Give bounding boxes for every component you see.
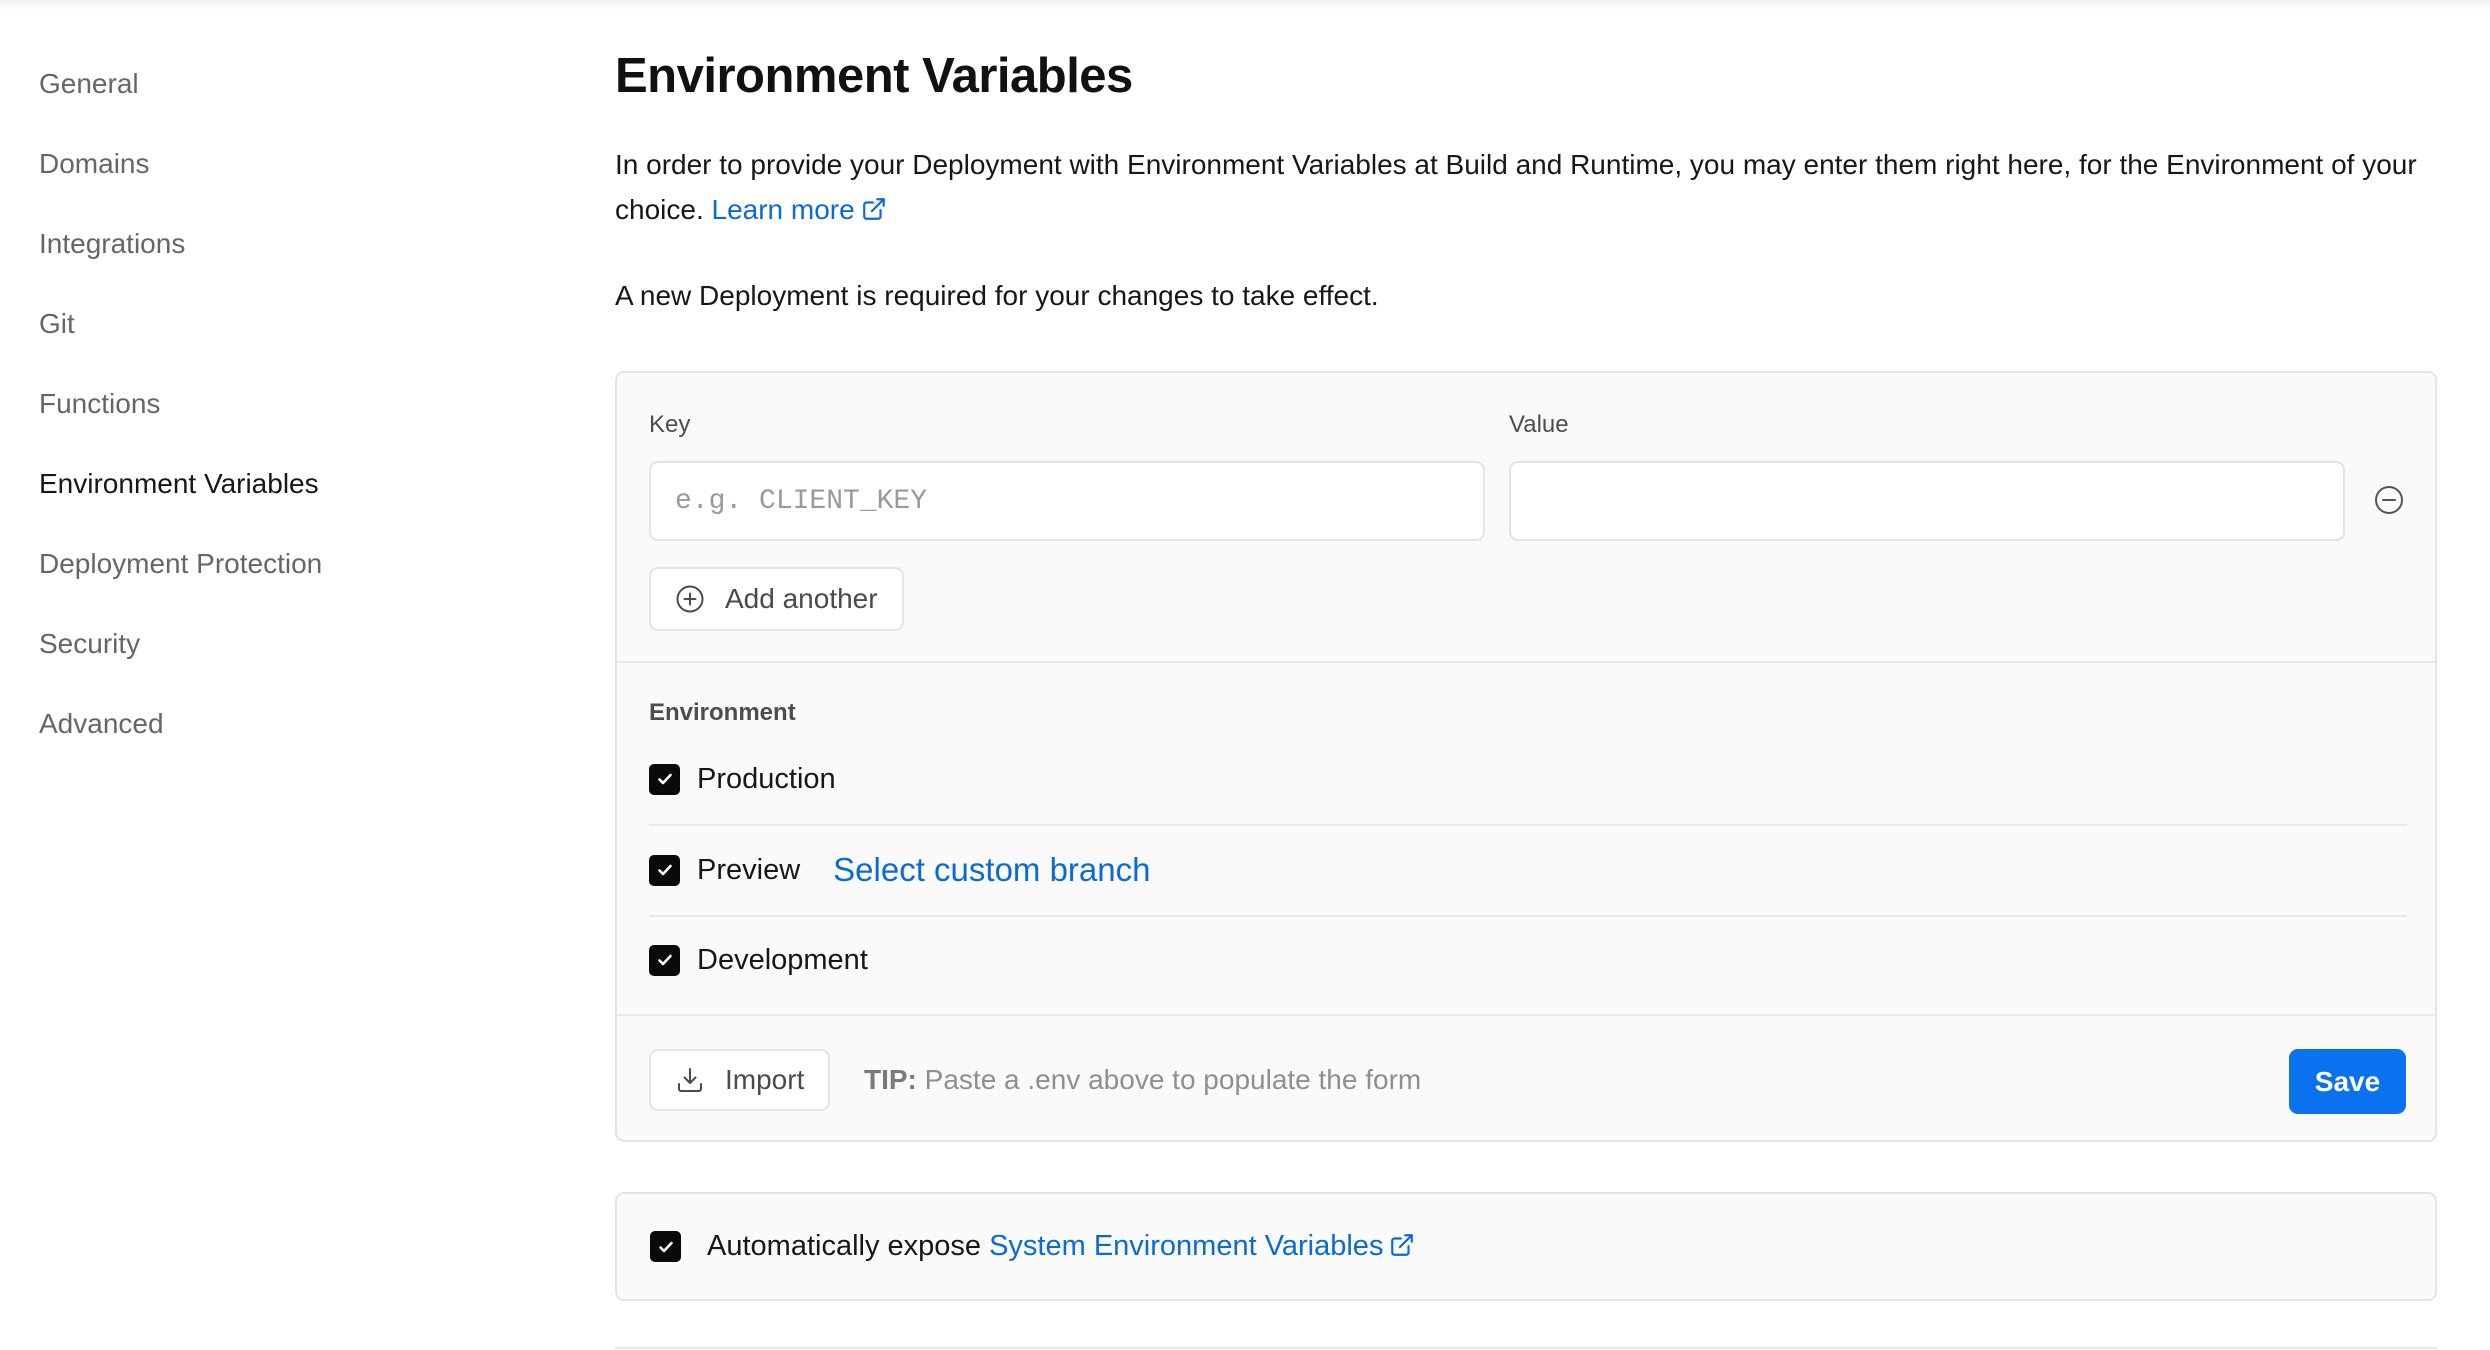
value-label: Value [1509, 411, 1569, 438]
plus-circle-icon [676, 585, 704, 613]
env-row-development: Development [649, 940, 2407, 980]
check-icon [658, 1241, 673, 1252]
key-label: Key [649, 411, 691, 438]
sidebar-item-functions[interactable]: Functions [39, 376, 459, 456]
env-var-form-card: Key Value Add another Environment Produc… [615, 371, 2437, 1142]
sidebar-item-general[interactable]: General [39, 56, 459, 136]
settings-sidebar: General Domains Integrations Git Functio… [39, 56, 459, 776]
footer-divider [617, 1014, 2435, 1016]
page-title: Environment Variables [615, 49, 1133, 103]
add-another-button[interactable]: Add another [649, 567, 904, 631]
expose-checkbox[interactable] [650, 1231, 681, 1262]
preview-label: Preview [697, 853, 801, 886]
check-icon [657, 864, 672, 876]
section-divider [617, 661, 2435, 663]
add-another-label: Add another [725, 583, 878, 614]
key-input[interactable] [649, 461, 1485, 541]
sidebar-item-advanced[interactable]: Advanced [39, 696, 459, 776]
sidebar-item-deployment-protection[interactable]: Deployment Protection [39, 536, 459, 616]
download-icon [678, 1068, 702, 1092]
system-env-vars-link[interactable]: System Environment Variables [989, 1230, 1415, 1262]
check-icon [657, 954, 672, 966]
sidebar-item-integrations[interactable]: Integrations [39, 216, 459, 296]
tip-body: Paste a .env above to populate the form [924, 1064, 1422, 1095]
expose-system-vars-card: Automatically expose System Environment … [615, 1192, 2437, 1301]
sidebar-item-git[interactable]: Git [39, 296, 459, 376]
value-input[interactable] [1509, 461, 2345, 541]
system-env-vars-label: System Environment Variables [989, 1230, 1384, 1262]
row-separator [649, 824, 2407, 826]
learn-more-link[interactable]: Learn more [712, 194, 887, 225]
import-label: Import [725, 1064, 805, 1095]
check-icon [657, 773, 672, 785]
row-separator [649, 915, 2407, 917]
import-button[interactable]: Import [649, 1049, 831, 1111]
external-link-icon [1391, 1234, 1414, 1256]
production-label: Production [697, 762, 836, 795]
development-checkbox[interactable] [649, 944, 680, 976]
production-checkbox[interactable] [649, 763, 680, 795]
save-button[interactable]: Save [2289, 1049, 2406, 1114]
tip-prefix: TIP: [864, 1064, 917, 1095]
intro-paragraph: In order to provide your Deployment with… [615, 142, 2445, 232]
preview-checkbox[interactable] [649, 854, 680, 886]
tip-text: TIP: Paste a .env above to populate the … [864, 1064, 1421, 1096]
sidebar-item-environment-variables[interactable]: Environment Variables [39, 456, 459, 536]
development-label: Development [697, 943, 868, 976]
sidebar-item-domains[interactable]: Domains [39, 136, 459, 216]
remove-row-icon[interactable] [2373, 484, 2405, 516]
learn-more-label: Learn more [711, 194, 855, 225]
expose-label: Automatically expose System Environment … [707, 1230, 1415, 1263]
bottom-divider [615, 1347, 2437, 1349]
redeploy-note: A new Deployment is required for your ch… [615, 280, 1379, 311]
expose-text: Automatically expose [707, 1230, 982, 1262]
select-custom-branch-link[interactable]: Select custom branch [833, 851, 1150, 889]
external-link-icon [862, 198, 885, 220]
top-shadow [0, 0, 2490, 10]
sidebar-item-security[interactable]: Security [39, 616, 459, 696]
env-row-preview: Preview Select custom branch [649, 850, 2407, 890]
environment-label: Environment [649, 699, 796, 726]
env-row-production: Production [649, 759, 2407, 799]
